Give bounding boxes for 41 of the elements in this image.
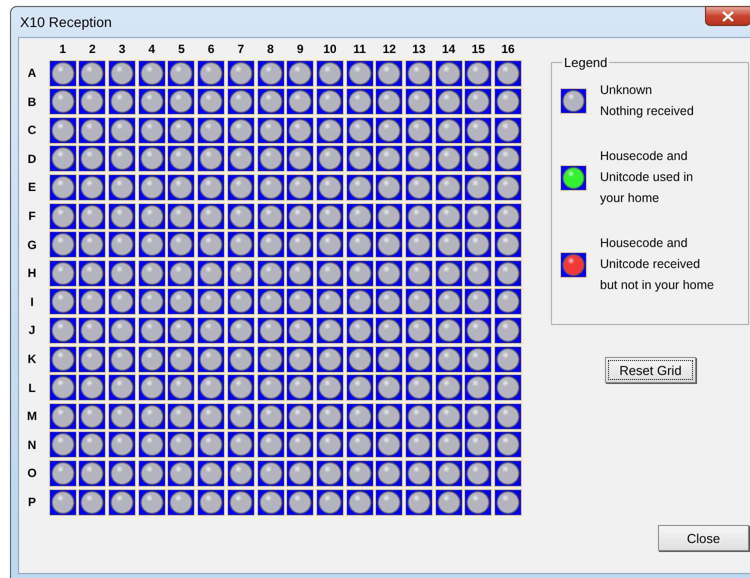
row-header: D — [26, 152, 38, 166]
row-header: N — [26, 438, 38, 452]
column-header: 6 — [206, 42, 216, 58]
row-header: G — [26, 238, 38, 252]
row-header: P — [26, 495, 37, 509]
column-header: 10 — [322, 42, 338, 58]
legend-title: Legend — [563, 55, 608, 70]
row-header: I — [29, 294, 35, 309]
column-header: 14 — [440, 42, 456, 58]
column-header: 5 — [177, 42, 186, 58]
window-title: X10 Reception — [20, 14, 112, 30]
column-header: 12 — [382, 42, 397, 58]
column-header: 16 — [500, 42, 516, 58]
column-header: 4 — [147, 42, 156, 58]
reset-grid-button[interactable]: Reset Grid — [605, 357, 696, 383]
row-header: F — [27, 209, 37, 224]
column-header: 13 — [411, 42, 427, 58]
row-header: L — [27, 380, 37, 395]
row-header: O — [26, 466, 38, 480]
row-header: A — [26, 66, 38, 80]
column-header: 9 — [296, 42, 305, 58]
row-header: H — [26, 266, 38, 280]
close-dialog-button[interactable]: Close — [658, 525, 749, 551]
row-header: J — [28, 323, 36, 338]
close-button[interactable] — [705, 6, 750, 26]
row-header: K — [26, 352, 38, 366]
row-header: E — [26, 180, 37, 194]
legend-text: Housecode and Unitcode used in your home — [600, 148, 694, 207]
column-header: 8 — [266, 42, 275, 58]
column-header: 1 — [58, 42, 68, 58]
column-header: 7 — [236, 42, 246, 58]
column-header: 2 — [88, 42, 97, 58]
close-icon — [722, 10, 734, 22]
column-header: 11 — [352, 42, 367, 58]
row-header: C — [26, 123, 38, 138]
legend-text: Housecode and Unitcode received but not in your home — [600, 235, 714, 294]
column-header: 3 — [118, 42, 126, 58]
row-header: M — [26, 409, 38, 424]
row-header: B — [26, 94, 38, 109]
legend-text: Unknown Nothing received — [600, 82, 694, 120]
column-header: 15 — [470, 42, 486, 58]
